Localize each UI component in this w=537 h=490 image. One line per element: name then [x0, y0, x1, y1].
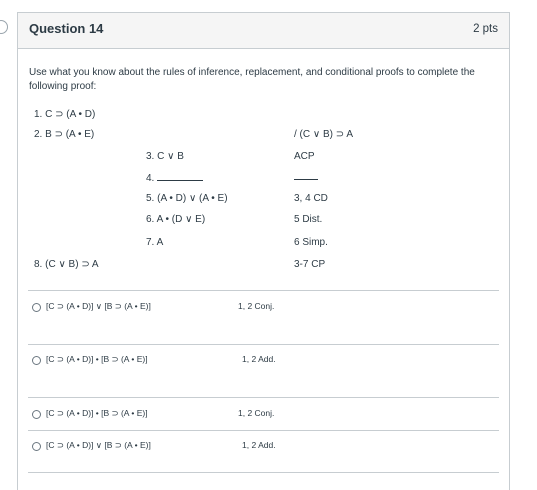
answer-divider [28, 397, 499, 398]
radio-button-icon[interactable] [32, 303, 41, 312]
proof-just-4-blank [294, 172, 318, 183]
question-status-icon [0, 20, 8, 34]
proof-line-7: 7. A [146, 237, 164, 248]
proof-line-4-blank [157, 172, 204, 181]
answer-option-4[interactable]: [C ⊃ (A • D)] ∨ [B ⊃ (A • E)] 1, 2 Add. [28, 439, 499, 459]
answers-top-divider [28, 290, 499, 291]
answer-option-rule: 1, 2 Add. [242, 440, 276, 450]
question-card: Question 14 2 pts Use what you know abou… [17, 12, 510, 490]
answer-option-text: [C ⊃ (A • D)] • [B ⊃ (A • E)] [46, 354, 148, 364]
answer-divider [28, 472, 499, 473]
proof-just-5: 3, 4 CD [294, 193, 328, 204]
answer-option-text: [C ⊃ (A • D)] • [B ⊃ (A • E)] [46, 408, 148, 418]
proof-just-7: 6 Simp. [294, 237, 328, 248]
proof-line-3: 3. C ∨ B [146, 151, 184, 162]
question-title: Question 14 [29, 21, 104, 36]
answer-option-rule: 1, 2 Add. [242, 354, 276, 364]
answer-option-2[interactable]: [C ⊃ (A • D)] • [B ⊃ (A • E)] 1, 2 Add. [28, 353, 499, 373]
proof-just-3: ACP [294, 151, 315, 162]
answer-option-rule: 1, 2 Conj. [238, 301, 275, 311]
answer-option-rule: 1, 2 Conj. [238, 408, 275, 418]
proof-conclusion: / (C ∨ B) ⊃ A [294, 129, 354, 140]
proof-line-6: 6. A • (D ∨ E) [146, 214, 206, 225]
proof-line-4: 4. [146, 172, 204, 184]
proof-just-6: 5 Dist. [294, 214, 323, 225]
answer-divider [28, 430, 499, 431]
proof-line-5: 5. (A • D) ∨ (A • E) [146, 193, 228, 204]
proof-line-2: 2. B ⊃ (A • E) [34, 129, 95, 140]
radio-button-icon[interactable] [32, 356, 41, 365]
proof-line-8: 8. (C ∨ B) ⊃ A [34, 259, 99, 270]
question-prompt: Use what you know about the rules of inf… [29, 67, 475, 92]
answer-option-text: [C ⊃ (A • D)] ∨ [B ⊃ (A • E)] [46, 440, 151, 450]
answer-option-text: [C ⊃ (A • D)] ∨ [B ⊃ (A • E)] [46, 301, 151, 311]
radio-button-icon[interactable] [32, 442, 41, 451]
answer-option-1[interactable]: [C ⊃ (A • D)] ∨ [B ⊃ (A • E)] 1, 2 Conj. [28, 300, 499, 320]
radio-button-icon[interactable] [32, 410, 41, 419]
proof-just-8: 3-7 CP [294, 259, 326, 270]
question-points: 2 pts [473, 23, 498, 35]
answer-divider [28, 344, 499, 345]
answer-option-3[interactable]: [C ⊃ (A • D)] • [B ⊃ (A • E)] 1, 2 Conj. [28, 407, 499, 427]
proof-line-1: 1. C ⊃ (A • D) [34, 109, 96, 120]
question-header: Question 14 2 pts [18, 13, 509, 49]
proof-line-4-number: 4. [146, 173, 155, 184]
